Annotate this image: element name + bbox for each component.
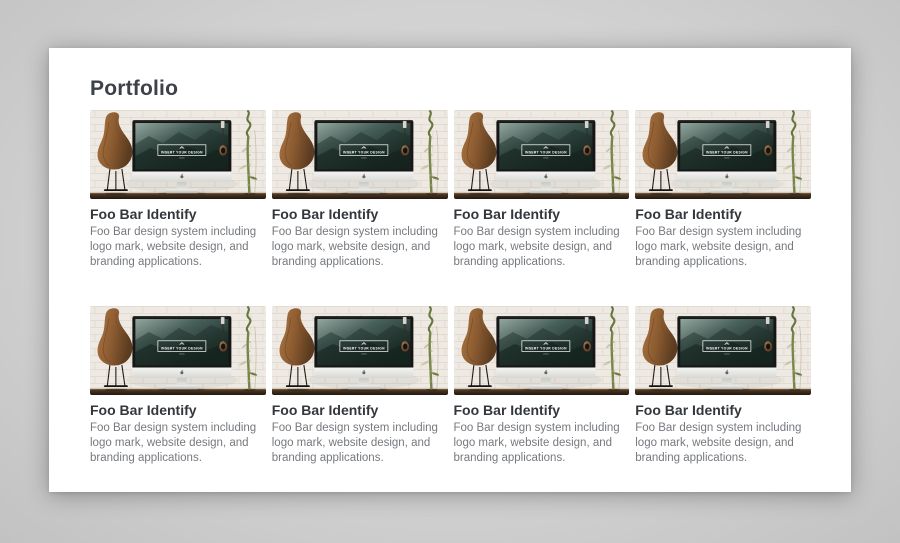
desktop-background: { "page": { "title": "Portfolio" }, "car… <box>0 48 900 543</box>
portfolio-thumbnail[interactable]: INSERT YOUR DESIGN <box>635 110 811 199</box>
portfolio-card[interactable]: INSERT YOUR DESIGN <box>635 110 811 270</box>
portfolio-card[interactable]: INSERT YOUR DESIGN <box>90 110 266 270</box>
card-title: Foo Bar Identify <box>90 206 266 222</box>
imac-desk-mockup-image: INSERT YOUR DESIGN <box>454 306 630 395</box>
portfolio-card[interactable]: INSERT YOUR DESIGN <box>454 306 630 466</box>
portfolio-thumbnail[interactable]: INSERT YOUR DESIGN <box>90 110 266 199</box>
portfolio-page: Portfolio <box>49 48 851 492</box>
portfolio-thumbnail[interactable]: INSERT YOUR DESIGN <box>635 306 811 395</box>
portfolio-thumbnail[interactable]: INSERT YOUR DESIGN <box>272 110 448 199</box>
card-title: Foo Bar Identify <box>90 402 266 418</box>
card-description: Foo Bar design system including logo mar… <box>90 225 266 270</box>
card-title: Foo Bar Identify <box>635 206 811 222</box>
portfolio-grid: INSERT YOUR DESIGN <box>90 110 811 466</box>
portfolio-thumbnail[interactable]: INSERT YOUR DESIGN <box>272 306 448 395</box>
card-description: Foo Bar design system including logo mar… <box>635 421 811 466</box>
portfolio-card[interactable]: INSERT YOUR DESIGN <box>272 306 448 466</box>
imac-desk-mockup-image: INSERT YOUR DESIGN <box>635 110 811 199</box>
imac-desk-mockup-image: INSERT YOUR DESIGN <box>90 306 266 395</box>
imac-desk-mockup-image: INSERT YOUR DESIGN <box>635 306 811 395</box>
card-description: Foo Bar design system including logo mar… <box>272 421 448 466</box>
card-title: Foo Bar Identify <box>272 206 448 222</box>
imac-desk-mockup-image: INSERT YOUR DESIGN <box>454 110 630 199</box>
portfolio-thumbnail[interactable]: INSERT YOUR DESIGN <box>454 306 630 395</box>
card-description: Foo Bar design system including logo mar… <box>454 421 630 466</box>
mockup-screen-text: INSERT YOUR DESIGN <box>524 151 566 155</box>
mockup-screen-text: INSERT YOUR DESIGN <box>343 347 385 351</box>
imac-desk-mockup-image: INSERT YOUR DESIGN <box>272 306 448 395</box>
imac-desk-mockup-image: INSERT YOUR DESIGN <box>272 110 448 199</box>
card-description: Foo Bar design system including logo mar… <box>635 225 811 270</box>
mockup-screen-text: INSERT YOUR DESIGN <box>161 347 203 351</box>
portfolio-card[interactable]: INSERT YOUR DESIGN <box>635 306 811 466</box>
card-title: Foo Bar Identify <box>635 402 811 418</box>
mockup-screen-text: INSERT YOUR DESIGN <box>706 347 748 351</box>
portfolio-thumbnail[interactable]: INSERT YOUR DESIGN <box>90 306 266 395</box>
page-title: Portfolio <box>90 78 811 100</box>
portfolio-card[interactable]: INSERT YOUR DESIGN <box>454 110 630 270</box>
mockup-screen-text: INSERT YOUR DESIGN <box>343 151 385 155</box>
mockup-screen-text: INSERT YOUR DESIGN <box>161 151 203 155</box>
card-title: Foo Bar Identify <box>272 402 448 418</box>
mockup-screen-text: INSERT YOUR DESIGN <box>706 151 748 155</box>
mockup-screen-text: INSERT YOUR DESIGN <box>524 347 566 351</box>
portfolio-thumbnail[interactable]: INSERT YOUR DESIGN <box>454 110 630 199</box>
card-description: Foo Bar design system including logo mar… <box>90 421 266 466</box>
card-description: Foo Bar design system including logo mar… <box>272 225 448 270</box>
card-title: Foo Bar Identify <box>454 402 630 418</box>
portfolio-card[interactable]: INSERT YOUR DESIGN <box>272 110 448 270</box>
portfolio-card[interactable]: INSERT YOUR DESIGN <box>90 306 266 466</box>
imac-desk-mockup-image: INSERT YOUR DESIGN <box>90 110 266 199</box>
card-title: Foo Bar Identify <box>454 206 630 222</box>
card-description: Foo Bar design system including logo mar… <box>454 225 630 270</box>
